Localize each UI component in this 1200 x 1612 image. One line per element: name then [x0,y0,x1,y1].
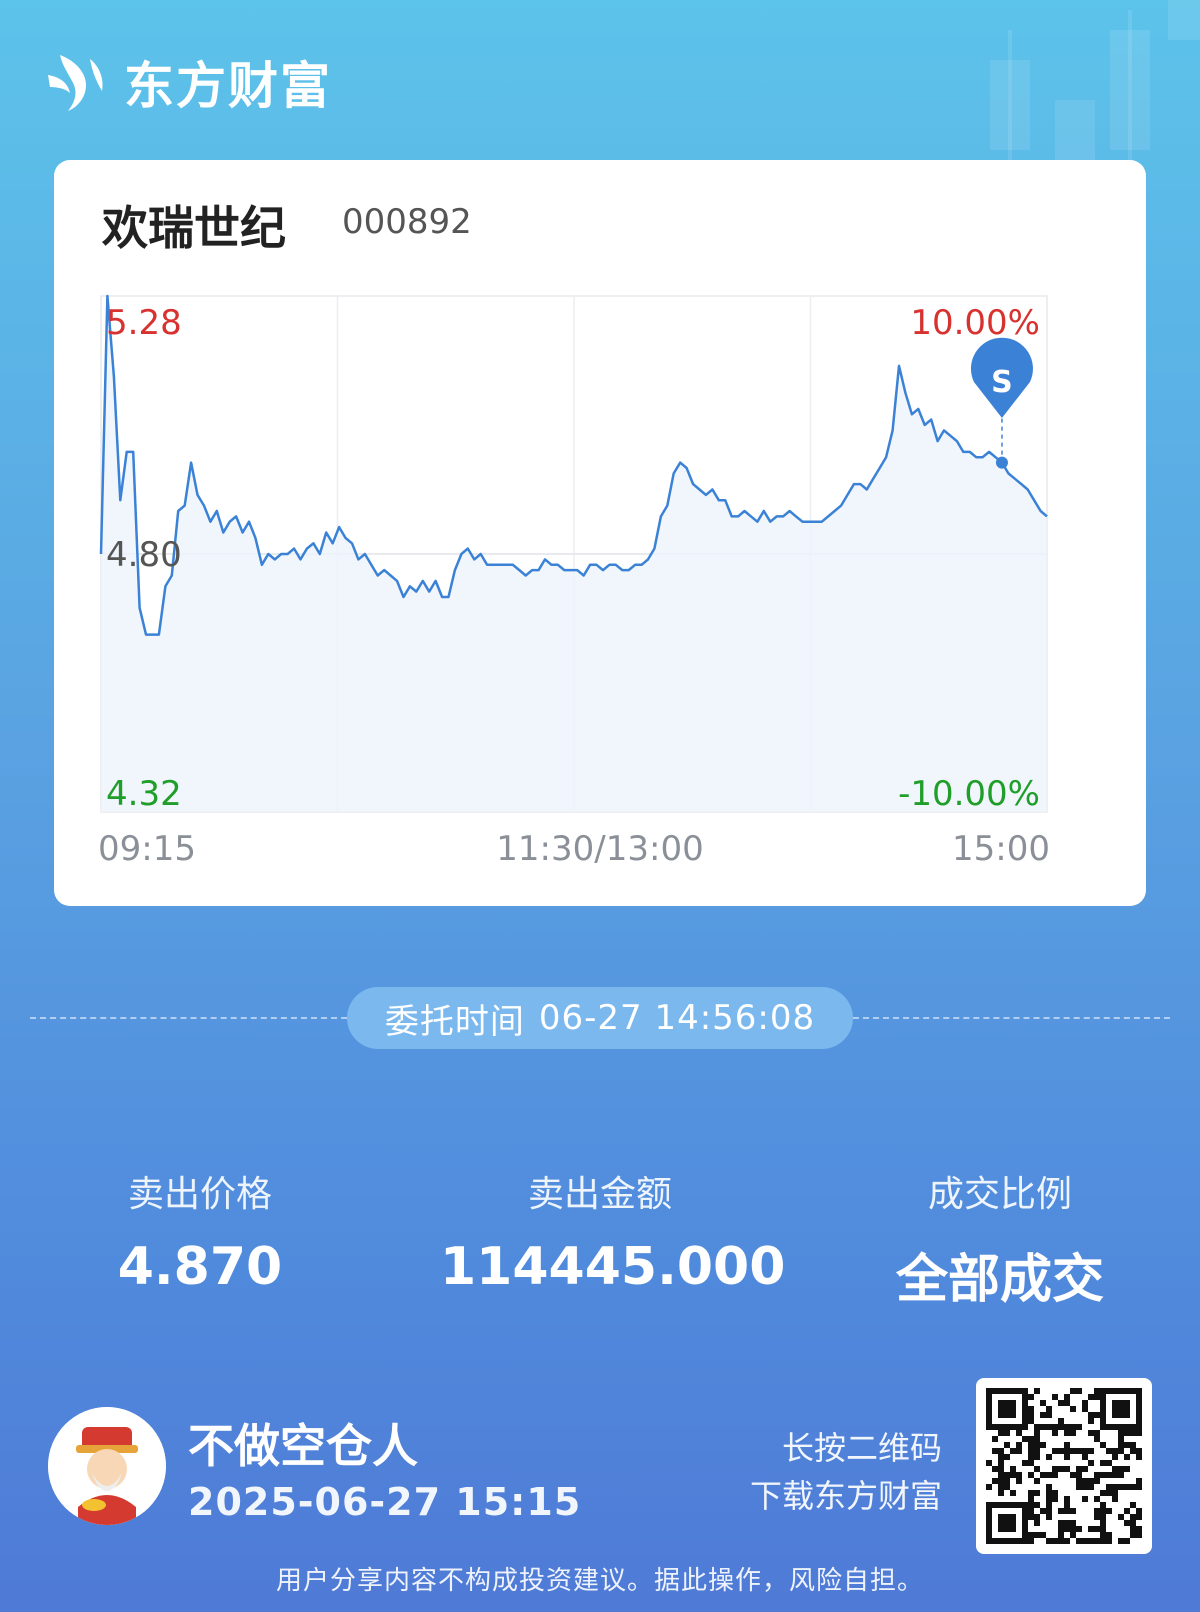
y-tick-pct-high: 10.00% [910,303,1040,343]
user-name: 不做空仓人 [188,1419,418,1473]
brand-logo: 东方财富 [46,46,332,118]
marker-dot [995,456,1008,469]
sell-price-label: 卖出价格 [127,1174,272,1215]
avatar-image [48,1407,166,1525]
fill-ratio-label: 成交比例 [927,1174,1072,1215]
x-tick-open: 09:15 [98,829,196,869]
qr-hint-line2: 下载东方财富 [749,1477,942,1515]
share-time: 2025-06-27 15:15 [188,1480,582,1524]
download-qr-code[interactable] [976,1378,1152,1554]
qr-finder-pattern [1112,1400,1130,1418]
qr-hint: 长按二维码 下载东方财富 [750,1424,942,1520]
y-tick-high: 5.28 [106,303,182,343]
fill-ratio-value: 全部成交 [895,1250,1104,1310]
order-time-label: 委托时间 [384,1001,525,1042]
qr-finder-pattern [998,1400,1016,1418]
intraday-chart: 5.28 4.80 4.32 10.00% -10.00% 09:15 11:30/13:0… [98,294,1050,869]
disclaimer: 用户分享内容不构成投资建议。据此操作，风险自担。 [275,1566,924,1596]
brand-logo-icon [48,55,103,111]
qr-finder-pattern [998,1514,1016,1532]
marker-label: S [991,365,1013,400]
stock-chart-card: 欢瑞世纪 000892 5.28 4.80 4.32 10.00% -10.00% 09:… [54,160,1146,906]
qr-hint-line1: 长按二维码 [781,1429,942,1467]
y-tick-low: 4.32 [106,774,182,814]
order-time-value: 06-27 14:56:08 [538,998,816,1038]
user-avatar [48,1407,166,1525]
order-time-badge: 委托时间 06-27 14:56:08 [347,987,853,1049]
y-tick-pct-low: -10.00% [898,774,1040,814]
sell-marker: S [970,337,1033,469]
y-tick-prev-close: 4.80 [106,535,182,575]
sell-amount-label: 卖出金额 [527,1174,672,1215]
stat-fill-ratio: 成交比例 全部成交 [840,1165,1160,1312]
brand-name: 东方财富 [124,57,332,115]
sell-amount-value: 114445.000 [440,1237,786,1297]
sell-price-value: 4.870 [117,1237,283,1297]
stat-sell-price: 卖出价格 4.870 [40,1165,360,1297]
x-tick-close: 15:00 [952,829,1050,869]
qr-code-image [986,1388,1142,1544]
x-tick-midday: 11:30/13:00 [496,829,703,869]
stat-sell-amount: 卖出金额 114445.000 [440,1165,786,1297]
